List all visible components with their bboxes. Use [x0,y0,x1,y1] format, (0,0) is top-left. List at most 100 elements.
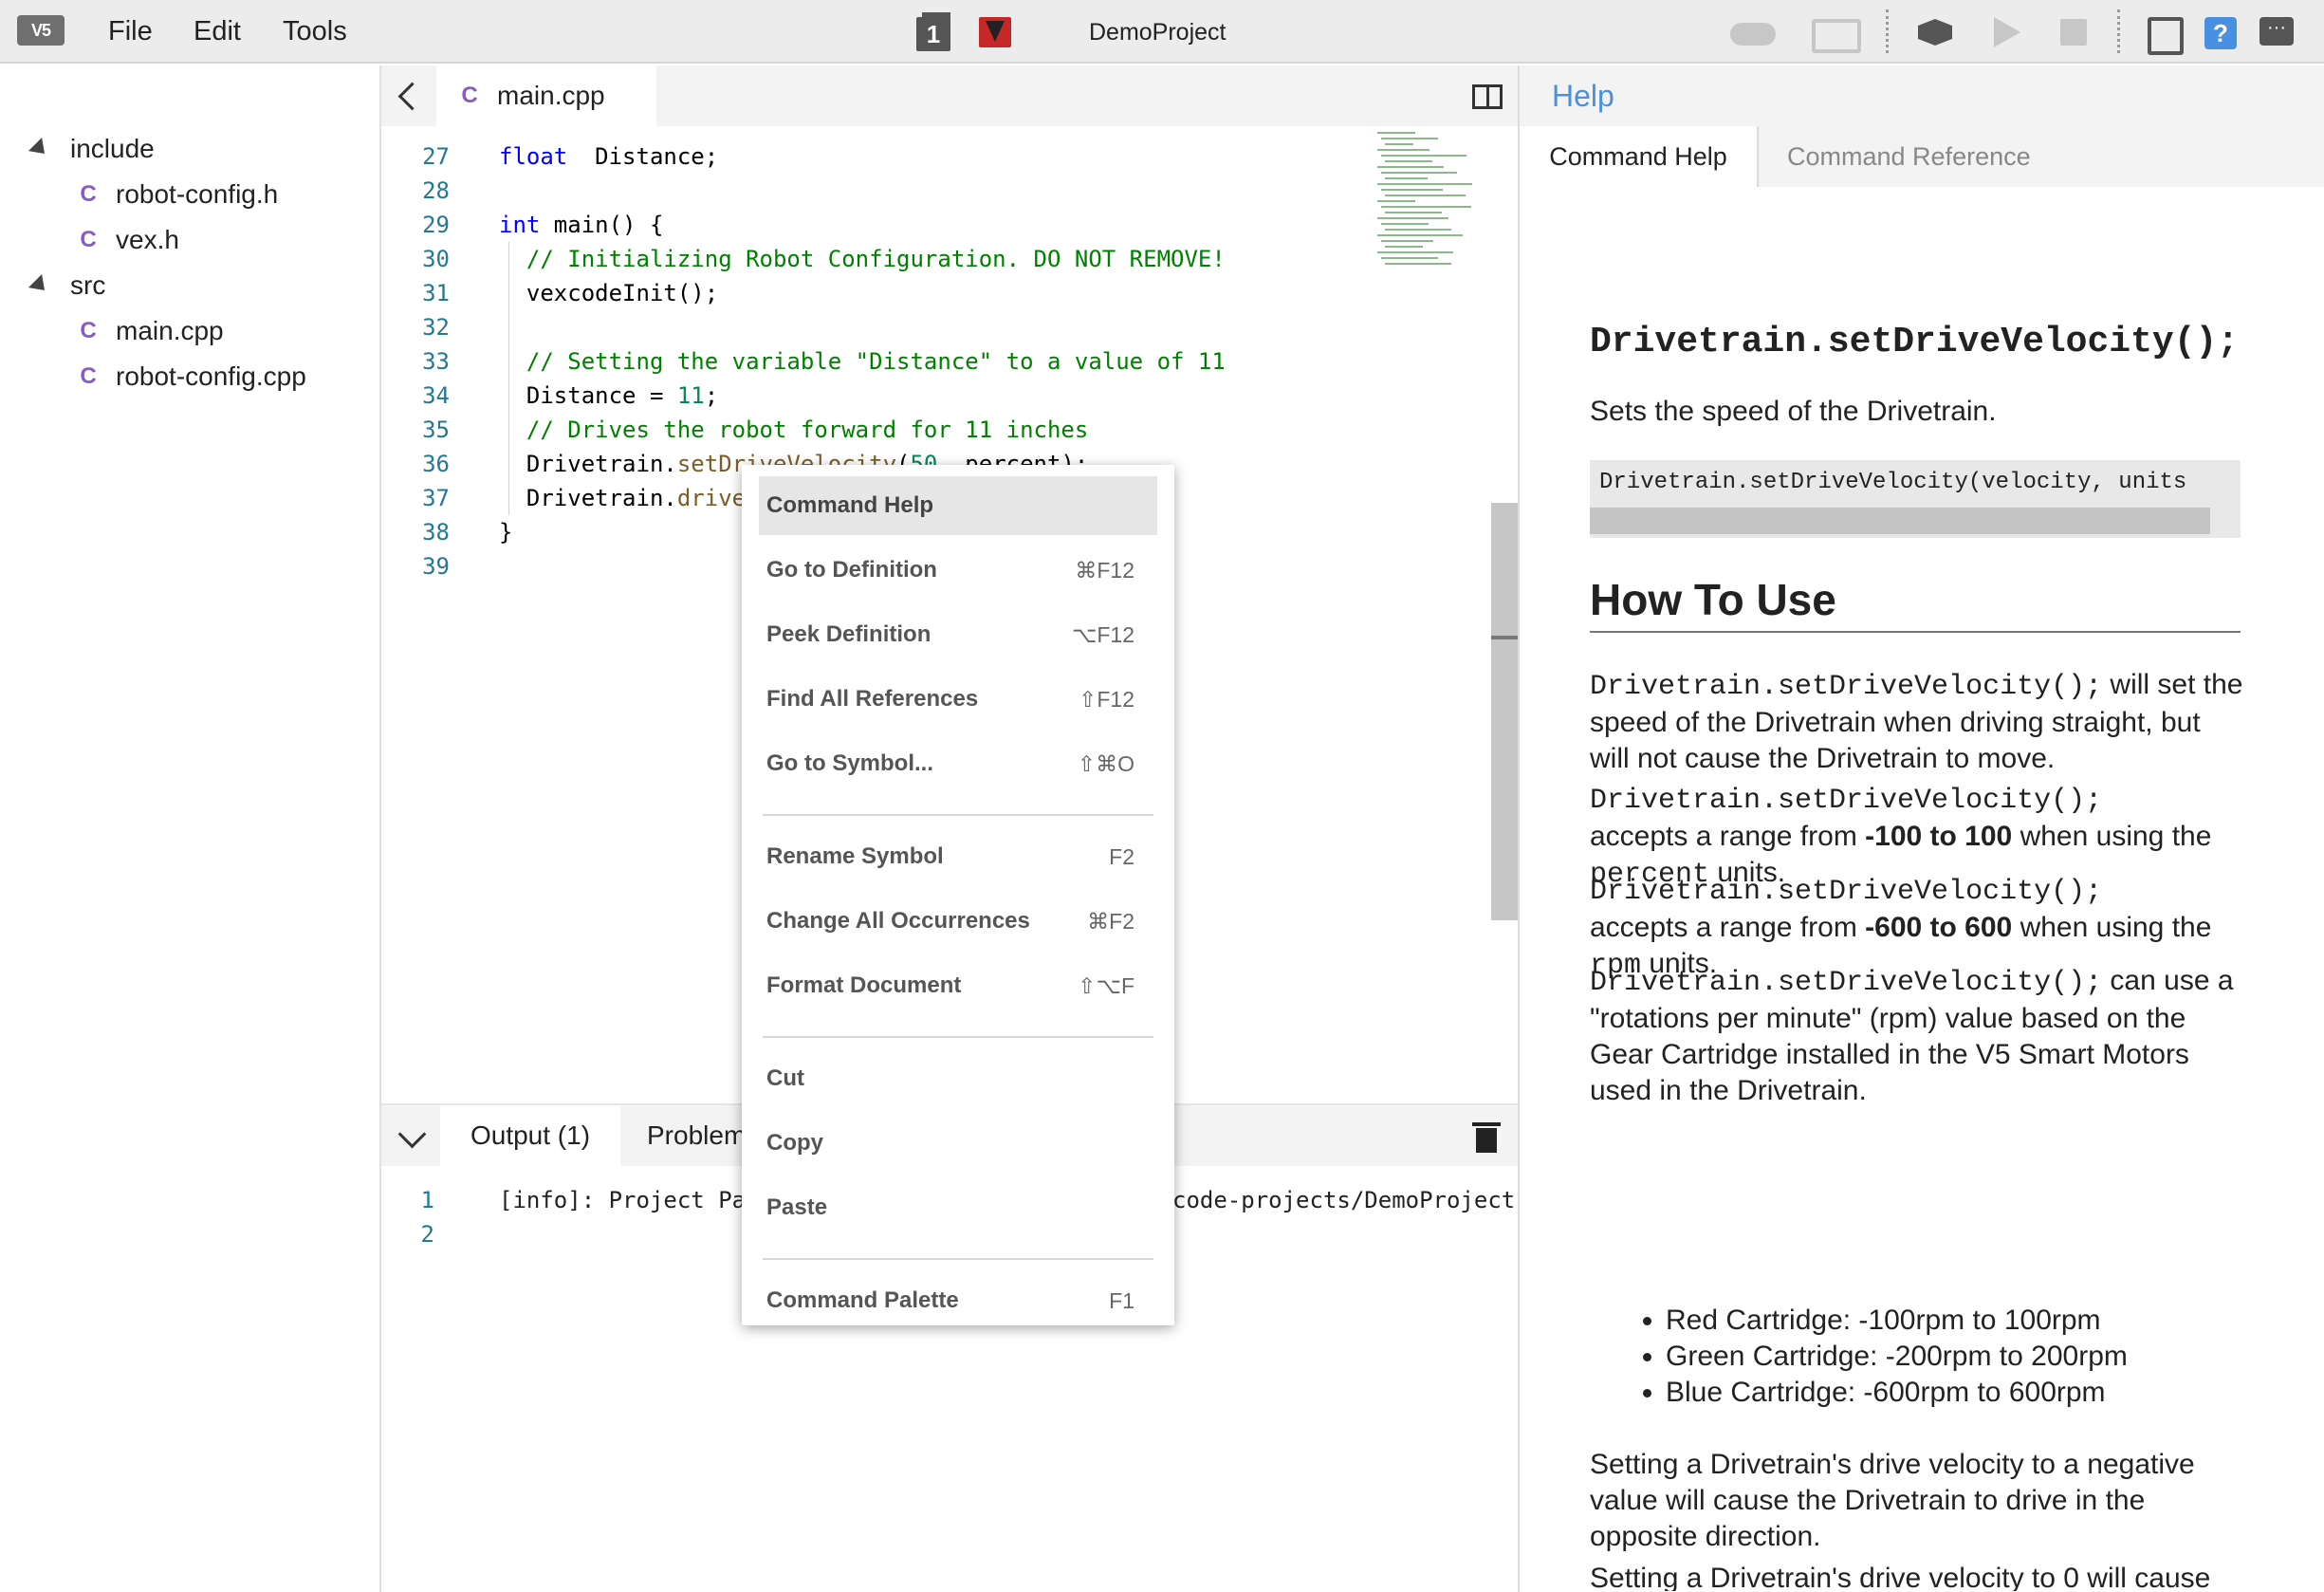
menu-item-format-document[interactable]: Format Document ⇧⌥F [759,956,1157,1015]
minimap-line [1385,263,1451,265]
code-text[interactable]: Drivetrain.drive [499,481,746,515]
menu-item-rename-symbol[interactable]: Rename Symbol F2 [759,827,1157,886]
vexcode-logo-icon[interactable]: V5 [17,15,65,46]
code-text[interactable]: } [499,515,512,549]
download-icon[interactable] [1916,13,1954,49]
minimap-line [1381,206,1471,208]
cpp-file-icon: C [80,227,97,252]
code-text[interactable]: Distance = 11; [499,379,718,413]
menu-item-command-help[interactable]: Command Help [759,476,1157,535]
tab-main-cpp[interactable]: C main.cpp [436,65,656,126]
tree-item-label: robot-config.cpp [116,361,306,391]
tree-file-robot-config-cpp[interactable]: C robot-config.cpp [76,361,306,392]
help-text: when using the [2012,821,2212,852]
code-text[interactable]: // Setting the variable "Distance" to a … [499,344,1226,379]
menu-file[interactable]: File [108,16,153,47]
code-token: Drivetrain. [499,451,677,477]
menu-tools[interactable]: Tools [283,16,347,47]
code-token: // Drives the robot forward for 11 inche… [499,417,1089,443]
menu-item-label: Go to Definition [766,557,937,583]
tree-file-vex-h[interactable]: C vex.h [76,225,179,255]
menu-item-cut[interactable]: Cut [759,1049,1157,1108]
menu-item-find-all-references[interactable]: Find All References ⇧F12 [759,670,1157,729]
help-icon[interactable] [2203,13,2241,49]
help-paragraph: Drivetrain.setDriveVelocity(); will set … [1590,667,2244,777]
help-paragraph: Setting a Drivetrain's drive velocity to… [1590,1563,2211,1591]
code-text[interactable]: vexcodeInit(); [499,276,718,310]
help-tab-bar: Command Help Command Reference [1520,126,2324,187]
tree-file-robot-config-h[interactable]: C robot-config.h [76,179,278,210]
project-name[interactable]: DemoProject [1089,19,1227,46]
tree-item-label: robot-config.h [116,179,279,209]
tree-folder-src[interactable]: src [28,270,105,301]
menu-item-shortcut: ⇧⌘O [1077,750,1134,776]
devices-icon[interactable] [2146,13,2184,55]
line-number: 36 [422,451,450,477]
back-icon[interactable] [395,81,421,111]
menu-item-label: Peek Definition [766,621,931,647]
split-editor-icon[interactable] [1472,84,1503,109]
slot-selector-icon[interactable]: 1 [916,12,950,51]
tree-folder-include[interactable]: include [28,134,155,164]
menu-item-command-palette[interactable]: Command Palette F1 [759,1271,1157,1330]
help-range: -100 to 100 [1865,821,2013,852]
cpp-file-icon: C [80,363,97,389]
menu-item-go-to-definition[interactable]: Go to Definition ⌘F12 [759,541,1157,600]
menu-item-go-to-symbol[interactable]: Go to Symbol... ⇧⌘O [759,734,1157,793]
help-range: -600 to 600 [1865,912,2013,943]
menu-item-label: Cut [766,1065,804,1091]
scroll-position-marker [1491,636,1518,639]
code-token: main() { [540,212,664,238]
code-text[interactable]: float Distance; [499,139,718,174]
code-token: int [499,212,541,238]
tab-output[interactable]: Output (1) [440,1105,620,1166]
editor-tab-bar: C main.cpp [381,65,1518,126]
code-token: Distance = [499,382,677,409]
minimap-line [1381,240,1433,242]
menu-edit[interactable]: Edit [194,16,241,47]
code-text[interactable]: // Initializing Robot Configuration. DO … [499,242,1226,276]
menu-item-paste[interactable]: Paste [759,1178,1157,1237]
menu-item-label: Command Help [766,492,934,518]
controller-icon[interactable] [1728,13,1776,49]
menu-item-label: Format Document [766,972,962,998]
brain-status-icon[interactable] [979,17,1011,47]
minimap-line [1381,223,1429,225]
menu-item-change-all-occurrences[interactable]: Change All Occurrences ⌘F2 [759,892,1157,951]
code-text[interactable]: int main() { [499,208,663,242]
tab-problems[interactable]: Problem [647,1105,746,1166]
list-item: Blue Cartridge: -600rpm to 600rpm [1666,1375,2128,1411]
minimap-line [1377,132,1415,134]
help-paragraph: Drivetrain.setDriveVelocity(); can use a… [1590,963,2244,1109]
tab-command-help[interactable]: Command Help [1520,126,1759,187]
feedback-icon[interactable] [2259,13,2297,49]
help-code-example[interactable]: Drivetrain.setDriveVelocity(velocity, un… [1590,460,2241,538]
menu-item-peek-definition[interactable]: Peek Definition ⌥F12 [759,605,1157,664]
code-example-scrollbar[interactable] [1590,508,2210,534]
menu-item-copy[interactable]: Copy [759,1114,1157,1173]
editor-scrollbar[interactable] [1491,503,1518,920]
code-text[interactable]: // Drives the robot forward for 11 inche… [499,413,1088,447]
tree-file-main-cpp[interactable]: C main.cpp [76,316,224,346]
minimap-line [1377,200,1415,202]
tab-command-reference[interactable]: Command Reference [1787,126,2031,187]
expand-triangle-icon[interactable] [28,273,52,298]
tab-label: main.cpp [497,81,605,110]
minimap[interactable] [1372,126,1491,268]
line-number: 28 [422,177,450,204]
minimap-line [1381,257,1438,259]
clear-output-trash-icon[interactable] [1472,1120,1501,1153]
minimap-line [1385,177,1428,179]
play-icon[interactable] [1988,13,2026,49]
minimap-line [1385,246,1423,248]
list-item: Red Cartridge: -100rpm to 100rpm [1666,1303,2128,1339]
code-token: // Setting the variable "Distance" to a … [499,348,1226,375]
brain-screen-icon[interactable] [1812,13,1861,53]
cpp-file-icon: C [80,318,97,343]
line-number: 39 [422,553,450,580]
tree-item-label: main.cpp [116,316,224,345]
stop-icon[interactable] [2057,13,2094,49]
help-content[interactable]: Drivetrain.setDriveVelocity(); Sets the … [1590,187,2292,1591]
expand-triangle-icon[interactable] [28,137,52,161]
collapse-panel-icon[interactable] [397,1122,425,1149]
